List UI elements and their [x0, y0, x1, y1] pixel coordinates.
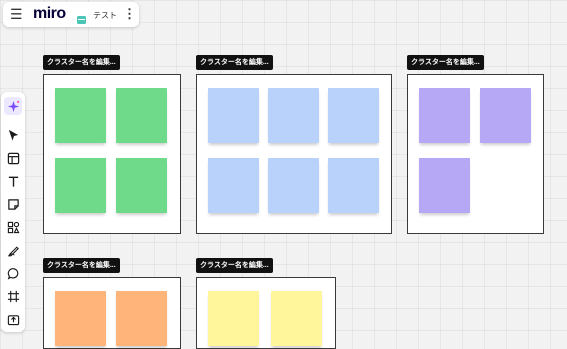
sticky-note[interactable] [208, 88, 259, 143]
sticky-note[interactable] [268, 88, 319, 143]
sticky-note[interactable] [55, 158, 106, 213]
cluster-frame[interactable] [196, 277, 336, 349]
sticky-note[interactable] [419, 88, 470, 143]
board-name[interactable]: テスト [93, 10, 117, 21]
text-icon[interactable] [4, 172, 22, 190]
sticky-note[interactable] [55, 291, 106, 346]
sticky-note[interactable] [480, 88, 531, 143]
sticky-note[interactable] [208, 291, 259, 346]
miro-logo[interactable]: miro [33, 5, 66, 23]
sticky-note[interactable] [271, 291, 322, 346]
cluster-name-label[interactable]: クラスター名を編集... [407, 55, 484, 70]
select-cursor-icon[interactable] [4, 126, 22, 144]
cluster-name-label[interactable]: クラスター名を編集... [196, 258, 273, 273]
upload-icon[interactable] [4, 310, 22, 328]
cluster-frame[interactable] [43, 74, 181, 234]
sticky-note[interactable] [208, 158, 259, 213]
ai-sparkle-icon[interactable] [4, 97, 22, 115]
cluster-name-label[interactable]: クラスター名を編集... [43, 55, 120, 70]
templates-icon[interactable] [4, 149, 22, 167]
cluster-frame[interactable] [43, 277, 181, 349]
left-toolbar [1, 92, 25, 332]
shapes-icon[interactable] [4, 218, 22, 236]
comment-icon[interactable] [4, 264, 22, 282]
sticky-note[interactable] [116, 158, 167, 213]
sticky-note[interactable] [328, 88, 379, 143]
sticky-note[interactable] [328, 158, 379, 213]
frame-icon[interactable] [4, 287, 22, 305]
pen-icon[interactable] [4, 241, 22, 259]
more-options-icon[interactable]: ⋮ [123, 7, 136, 21]
sticky-note[interactable] [116, 88, 167, 143]
top-bar: ☰ miro テスト ⋮ [3, 2, 139, 27]
sticky-note[interactable] [419, 158, 470, 213]
sticky-note[interactable] [55, 88, 106, 143]
sticky-note-icon[interactable] [4, 195, 22, 213]
cluster-frame[interactable] [196, 74, 392, 234]
sticky-note[interactable] [116, 291, 167, 346]
board-icon [77, 11, 86, 24]
cluster-frame[interactable] [407, 74, 544, 234]
sticky-note[interactable] [268, 158, 319, 213]
hamburger-menu-icon[interactable]: ☰ [10, 7, 24, 21]
cluster-name-label[interactable]: クラスター名を編集... [196, 55, 273, 70]
cluster-name-label[interactable]: クラスター名を編集... [43, 258, 120, 273]
